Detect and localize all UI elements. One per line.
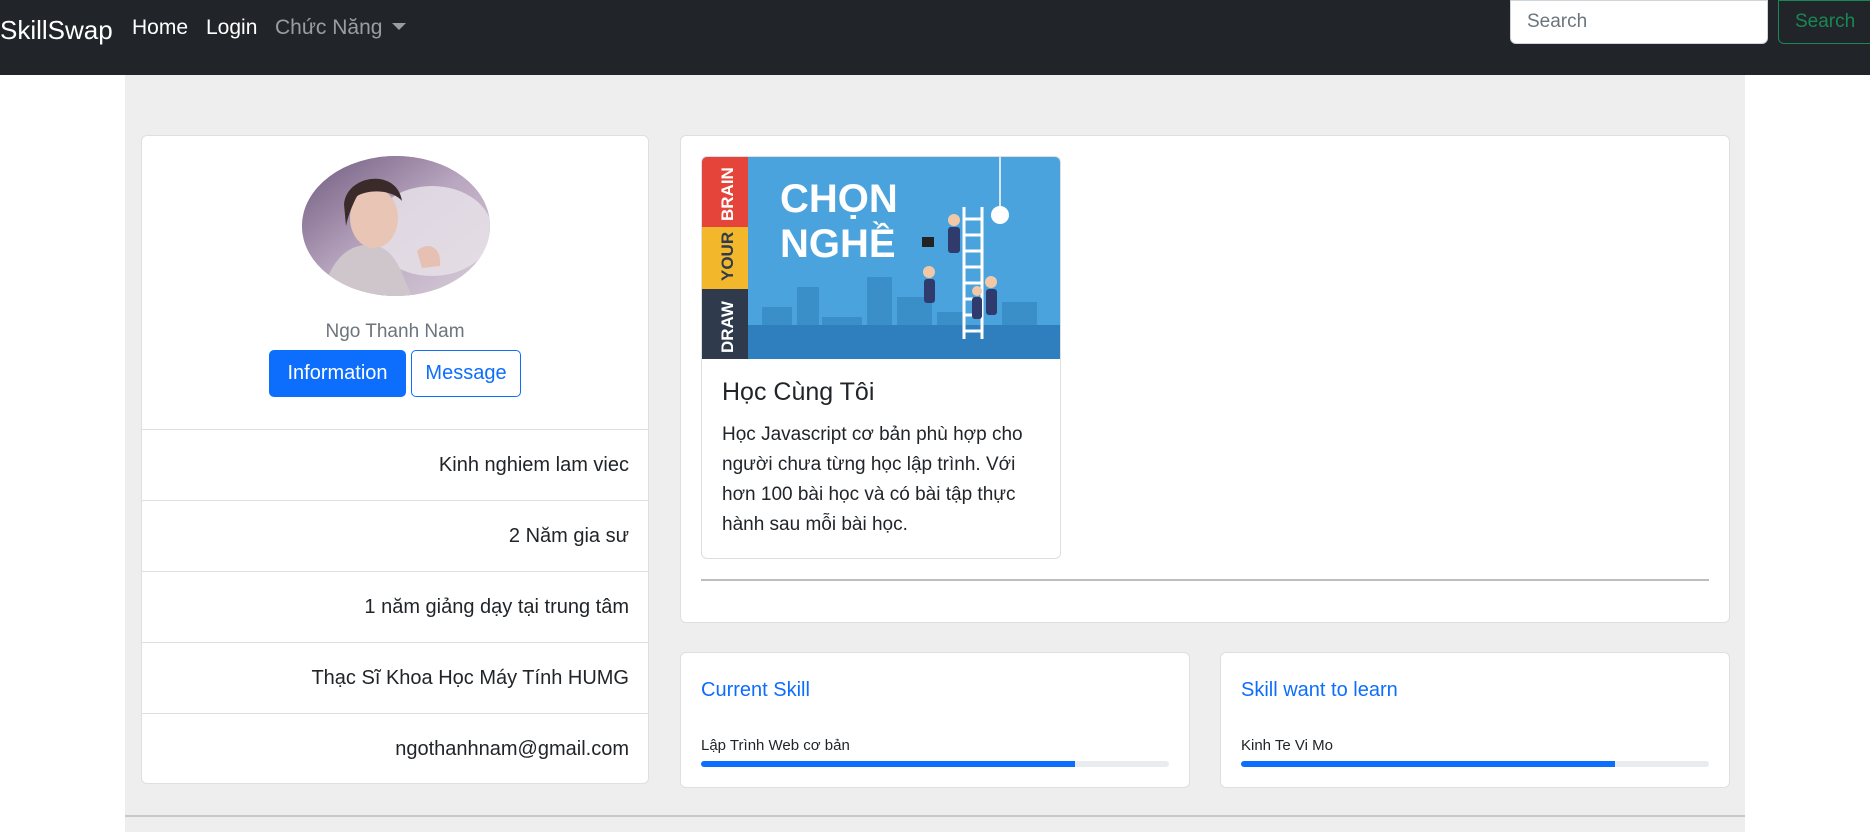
top-navbar: SkillSwap Home Login Chức Năng Search	[0, 0, 1870, 75]
avatar	[302, 156, 490, 296]
chevron-down-icon	[392, 23, 407, 30]
banner-headline-line1: CHỌN	[780, 177, 898, 221]
profile-name: Ngo Thanh Nam	[325, 321, 465, 342]
banner-side-word-draw: DRAW	[718, 300, 737, 353]
learn-skill-progress-bar	[1241, 761, 1616, 767]
profile-details-list: Kinh nghiem lam viec 2 Năm gia sư 1 năm …	[142, 429, 648, 784]
current-skill-progress	[701, 761, 1169, 767]
course-description: Học Javascript cơ bản phù hợp cho người …	[722, 424, 1023, 535]
nav-login-link[interactable]: Login	[206, 16, 257, 40]
nav-home-link[interactable]: Home	[132, 16, 188, 40]
search-button[interactable]: Search	[1778, 0, 1870, 44]
course-card[interactable]: BRAIN YOUR DRAW CHỌN NGHỀ Học Cùng Tôi H…	[701, 156, 1061, 559]
current-skill-card: Current Skill Lập Trình Web cơ bản	[680, 652, 1190, 788]
banner-side-word-brain: BRAIN	[718, 167, 737, 221]
detail-center-teaching: 1 năm giảng dạy tại trung tâm	[142, 571, 648, 642]
learn-skill-card: Skill want to learn Kinh Te Vi Mo	[1220, 652, 1730, 788]
current-skill-title: Current Skill	[701, 679, 810, 701]
nav-features-label: Chức Năng	[275, 16, 383, 39]
message-button[interactable]: Message	[411, 350, 521, 397]
brand-logo[interactable]: SkillSwap	[0, 15, 113, 46]
course-banner-image: BRAIN YOUR DRAW CHỌN NGHỀ	[702, 157, 1060, 359]
nav-features-dropdown[interactable]: Chức Năng	[275, 16, 407, 40]
detail-degree: Thạc Sĩ Khoa Học Máy Tính HUMG	[142, 642, 648, 713]
footer-divider	[125, 815, 1745, 817]
current-skill-name: Lập Trình Web cơ bản	[701, 737, 850, 754]
profile-card: Ngo Thanh Nam Information Message Kinh n…	[141, 135, 649, 784]
course-divider	[701, 579, 1709, 581]
learn-skill-name: Kinh Te Vi Mo	[1241, 737, 1333, 754]
detail-tutor-years: 2 Năm gia sư	[142, 500, 648, 571]
detail-experience-heading: Kinh nghiem lam viec	[142, 429, 648, 500]
learn-skill-title: Skill want to learn	[1241, 679, 1398, 701]
avatar-photo	[302, 156, 490, 296]
detail-email: ngothanhnam@gmail.com	[142, 713, 648, 784]
course-title: Học Cùng Tôi	[722, 378, 875, 406]
current-skill-progress-bar	[701, 761, 1076, 767]
banner-headline-line2: NGHỀ	[780, 220, 896, 266]
course-section: BRAIN YOUR DRAW CHỌN NGHỀ Học Cùng Tôi H…	[680, 135, 1730, 623]
learn-skill-progress	[1241, 761, 1709, 767]
search-input[interactable]	[1510, 0, 1768, 44]
information-button[interactable]: Information	[269, 350, 406, 397]
banner-side-word-your: YOUR	[718, 232, 737, 281]
